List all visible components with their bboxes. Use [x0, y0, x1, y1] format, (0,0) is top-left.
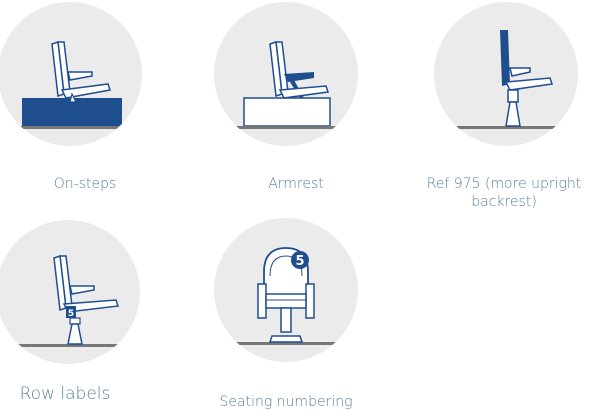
option-image-circle: 5	[214, 218, 358, 362]
seat-row-label-icon: 5	[0, 254, 140, 347]
seat-on-steps-icon	[0, 40, 142, 129]
seat-armrest-icon	[214, 40, 358, 129]
option-image-circle	[214, 2, 358, 146]
option-caption: Ref 975 (more upright backrest)	[426, 176, 582, 210]
option-caption: Seating numbering	[219, 394, 353, 410]
seat-number: 5	[295, 254, 304, 269]
seat-upright-backrest-icon	[454, 30, 578, 129]
option-caption: On-steps	[53, 176, 117, 192]
option-image-circle: 5	[0, 220, 140, 364]
option-caption: Armrest	[268, 176, 324, 192]
option-image-circle	[434, 2, 578, 146]
seat-numbering-icon: 5	[214, 247, 358, 345]
option-caption: Row labels	[19, 384, 111, 404]
option-image-circle	[0, 2, 142, 146]
